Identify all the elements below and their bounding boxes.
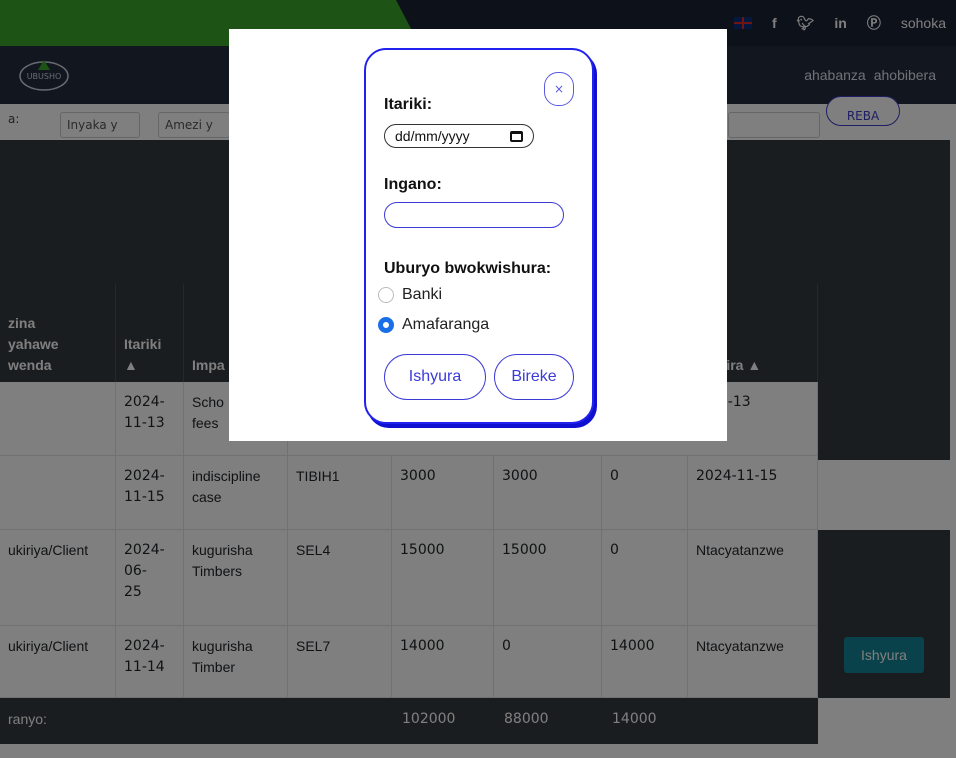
calendar-icon[interactable] [510, 130, 523, 142]
submit-pay-button[interactable]: Ishyura [384, 354, 486, 400]
method-option-bank[interactable]: Banki [378, 286, 442, 304]
close-button[interactable]: × [544, 72, 574, 106]
radio-cash[interactable] [378, 317, 394, 333]
amount-field[interactable] [384, 202, 564, 228]
cancel-button[interactable]: Bireke [494, 354, 574, 400]
amount-label: Ingano: [384, 176, 442, 193]
date-field[interactable]: dd/mm/yyyy [384, 124, 534, 148]
date-label: Itariki: [384, 96, 433, 113]
radio-cash-label: Amafaranga [402, 316, 490, 333]
date-placeholder: dd/mm/yyyy [395, 128, 470, 144]
payment-form: × Itariki: dd/mm/yyyy Ingano: Uburyo bwo… [364, 48, 594, 424]
radio-bank[interactable] [378, 287, 394, 303]
method-option-cash[interactable]: Amafaranga [378, 316, 489, 334]
method-label: Uburyo bwokwishura: [384, 260, 552, 277]
radio-bank-label: Banki [402, 286, 443, 303]
